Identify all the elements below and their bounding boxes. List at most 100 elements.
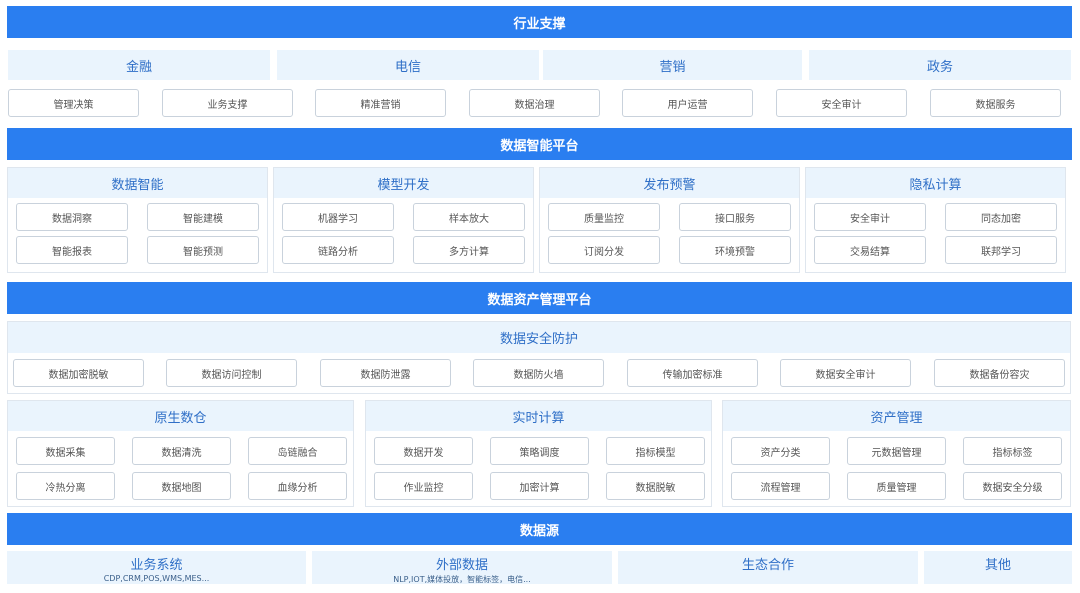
group-item: 同态加密 bbox=[945, 203, 1057, 231]
group-item: 数据洞察 bbox=[16, 203, 128, 231]
security-item-label: 数据备份容灾 bbox=[969, 369, 1030, 381]
source-panel-other: 其他 bbox=[924, 551, 1072, 584]
group-item: 质量管理 bbox=[847, 472, 946, 500]
security-item-label: 数据安全审计 bbox=[815, 369, 876, 381]
group-item-label: 加密计算 bbox=[519, 482, 560, 494]
group-item-label: 交易结算 bbox=[850, 246, 890, 258]
industry-item-label: 数据治理 bbox=[514, 99, 555, 111]
group-item-label: 同态加密 bbox=[981, 213, 1021, 225]
sector-label: 政务 bbox=[926, 59, 953, 75]
group-item: 数据采集 bbox=[16, 437, 115, 465]
sector-label: 金融 bbox=[125, 59, 152, 75]
group-item-label: 数据洞察 bbox=[52, 213, 92, 225]
source-title: 生态合作 bbox=[741, 558, 794, 573]
sector-finance: 金融 bbox=[8, 50, 270, 80]
group-item: 智能报表 bbox=[16, 236, 128, 264]
group-item: 数据清洗 bbox=[132, 437, 231, 465]
group-item-label: 岛链融合 bbox=[277, 447, 318, 459]
security-item: 数据备份容灾 bbox=[934, 359, 1065, 387]
group-title: 发布预警 bbox=[540, 168, 799, 198]
group-item-label: 数据采集 bbox=[45, 447, 86, 459]
group-item-label: 数据开发 bbox=[403, 447, 444, 459]
group-item: 智能预测 bbox=[147, 236, 259, 264]
group-item-label: 样本放大 bbox=[449, 213, 489, 225]
security-item-label: 数据防火墙 bbox=[513, 369, 564, 381]
industry-support-bar: 行业支撑 bbox=[7, 6, 1072, 38]
source-title: 业务系统 bbox=[130, 558, 183, 573]
group-item: 元数据管理 bbox=[847, 437, 946, 465]
source-title: 其他 bbox=[984, 558, 1011, 573]
asset-group: 实时计算 数据开发 策略调度 指标模型 作业监控 加密计算 数据脱敏 bbox=[365, 400, 712, 507]
industry-item-label: 管理决策 bbox=[53, 99, 94, 111]
industry-item: 数据治理 bbox=[469, 89, 600, 117]
security-item: 数据防泄露 bbox=[320, 359, 451, 387]
group-item: 岛链融合 bbox=[248, 437, 347, 465]
industry-item: 安全审计 bbox=[776, 89, 907, 117]
security-item: 数据防火墙 bbox=[473, 359, 604, 387]
group-item-label: 流程管理 bbox=[760, 482, 801, 494]
group-item: 加密计算 bbox=[490, 472, 589, 500]
group-title: 模型开发 bbox=[274, 168, 533, 198]
industry-item-label: 安全审计 bbox=[821, 99, 862, 111]
security-item-label: 传输加密标准 bbox=[662, 369, 723, 381]
intelligence-group: 隐私计算 安全审计 同态加密 交易结算 联邦学习 bbox=[805, 167, 1066, 273]
security-item: 数据安全审计 bbox=[780, 359, 911, 387]
asset-group: 资产管理 资产分类 元数据管理 指标标签 流程管理 质量管理 数据安全分级 bbox=[722, 400, 1071, 507]
industry-item-label: 数据服务 bbox=[975, 99, 1016, 111]
industry-item-label: 用户运营 bbox=[667, 99, 708, 111]
group-item-label: 多方计算 bbox=[449, 246, 489, 258]
group-item: 指标标签 bbox=[963, 437, 1062, 465]
group-item-label: 指标标签 bbox=[992, 447, 1033, 459]
industry-item: 数据服务 bbox=[930, 89, 1061, 117]
source-subtitle: NLP,IOT,媒体投放，智能标签，电信... bbox=[393, 575, 531, 584]
security-item-label: 数据加密脱敏 bbox=[48, 369, 109, 381]
intelligence-platform-title: 数据智能平台 bbox=[500, 138, 579, 154]
group-title: 数据安全防护 bbox=[8, 322, 1070, 353]
group-item-label: 策略调度 bbox=[519, 447, 560, 459]
group-item-label: 智能建模 bbox=[183, 213, 223, 225]
group-item-label: 数据脱敏 bbox=[635, 482, 676, 494]
source-panel-business: 业务系统 CDP,CRM,POS,WMS,MES... bbox=[7, 551, 306, 584]
group-item: 机器学习 bbox=[282, 203, 394, 231]
data-source-bar: 数据源 bbox=[7, 513, 1072, 545]
source-subtitle: CDP,CRM,POS,WMS,MES... bbox=[103, 574, 210, 583]
group-item: 环境预警 bbox=[679, 236, 791, 264]
group-item: 智能建模 bbox=[147, 203, 259, 231]
industry-item: 用户运营 bbox=[622, 89, 753, 117]
group-item: 交易结算 bbox=[814, 236, 926, 264]
intelligence-group: 数据智能 数据洞察 智能建模 智能报表 智能预测 bbox=[7, 167, 268, 273]
group-title: 资产管理 bbox=[723, 401, 1070, 431]
group-item: 资产分类 bbox=[731, 437, 830, 465]
source-panel-ecosystem: 生态合作 bbox=[618, 551, 918, 584]
group-item-label: 智能预测 bbox=[183, 246, 223, 258]
group-item-label: 元数据管理 bbox=[871, 447, 922, 459]
source-panel-external: 外部数据 NLP,IOT,媒体投放，智能标签，电信... bbox=[312, 551, 612, 584]
group-item: 数据安全分级 bbox=[963, 472, 1062, 500]
group-item-label: 智能报表 bbox=[52, 246, 92, 258]
group-item: 流程管理 bbox=[731, 472, 830, 500]
group-item-label: 订阅分发 bbox=[584, 246, 624, 258]
group-item: 策略调度 bbox=[490, 437, 589, 465]
sector-marketing: 营销 bbox=[543, 50, 802, 80]
asset-platform-bar: 数据资产管理平台 bbox=[7, 282, 1072, 314]
group-item: 安全审计 bbox=[814, 203, 926, 231]
group-item-label: 接口服务 bbox=[715, 213, 755, 225]
sector-telecom: 电信 bbox=[277, 50, 539, 80]
sector-label: 营销 bbox=[659, 59, 686, 75]
group-item: 冷热分离 bbox=[16, 472, 115, 500]
security-item: 数据访问控制 bbox=[166, 359, 297, 387]
industry-item-label: 精准营销 bbox=[360, 99, 401, 111]
group-item-label: 数据安全分级 bbox=[982, 482, 1043, 494]
group-title: 实时计算 bbox=[366, 401, 711, 431]
group-item-label: 资产分类 bbox=[760, 447, 801, 459]
asset-platform-title: 数据资产管理平台 bbox=[487, 292, 592, 308]
industry-item: 业务支撑 bbox=[162, 89, 293, 117]
intelligence-group: 模型开发 机器学习 样本放大 链路分析 多方计算 bbox=[273, 167, 534, 273]
group-item: 作业监控 bbox=[374, 472, 473, 500]
group-item: 血缘分析 bbox=[248, 472, 347, 500]
group-item-label: 血缘分析 bbox=[277, 482, 318, 494]
security-item: 数据加密脱敏 bbox=[13, 359, 144, 387]
data-source-title: 数据源 bbox=[519, 523, 559, 539]
security-item-label: 数据访问控制 bbox=[201, 369, 262, 381]
group-title: 数据智能 bbox=[8, 168, 267, 198]
